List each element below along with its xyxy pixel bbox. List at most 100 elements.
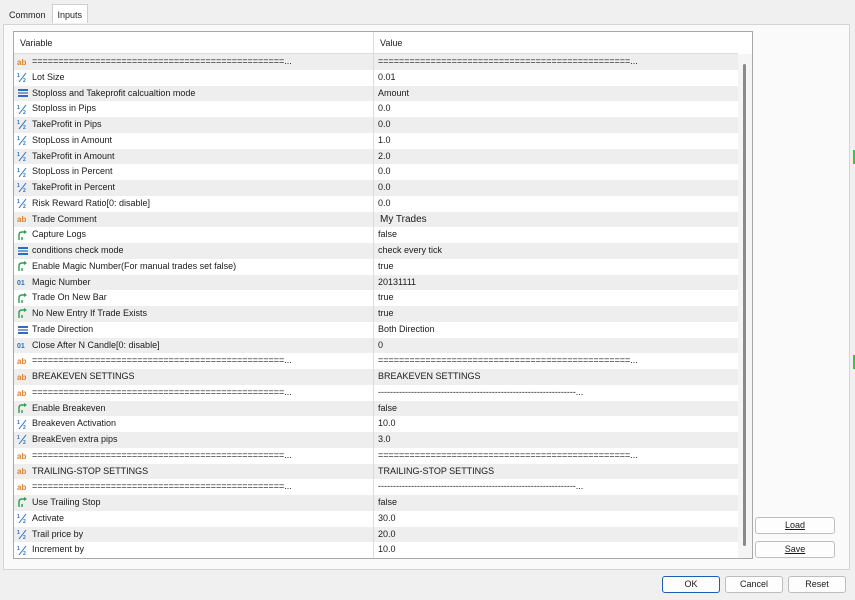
variable-cell[interactable]: 12Risk Reward Ratio[0: disable] [14, 196, 374, 212]
variable-cell[interactable]: 12TakeProfit in Pips [14, 117, 374, 133]
table-row[interactable]: 01Magic Number20131111 [14, 275, 738, 291]
table-row[interactable]: 12Trail price by20.0 [14, 527, 738, 543]
value-cell[interactable]: 2.0 [374, 149, 738, 165]
value-cell[interactable]: Amount [374, 86, 738, 102]
variable-cell[interactable]: 12TakeProfit in Amount [14, 149, 374, 165]
tab-common[interactable]: Common [3, 6, 52, 23]
variable-cell[interactable]: ab======================================… [14, 385, 374, 401]
value-cell[interactable]: 20131111 [374, 275, 738, 291]
value-cell[interactable]: ========================================… [374, 54, 738, 70]
variable-cell[interactable]: 12Lot Size [14, 70, 374, 86]
table-row[interactable]: 12Increment by10.0 [14, 542, 738, 558]
value-cell[interactable]: true [374, 306, 738, 322]
variable-cell[interactable]: Trade On New Bar [14, 290, 374, 306]
variable-cell[interactable]: ab======================================… [14, 479, 374, 495]
variable-cell[interactable]: Stoploss and Takeprofit calcualtion mode [14, 86, 374, 102]
variable-cell[interactable]: Trade Direction [14, 322, 374, 338]
variable-cell[interactable]: Use Trailing Stop [14, 495, 374, 511]
value-cell[interactable]: ========================================… [374, 448, 738, 464]
cancel-button[interactable]: Cancel [725, 576, 783, 593]
variable-cell[interactable]: conditions check mode [14, 243, 374, 259]
value-cell[interactable]: ----------------------------------------… [374, 385, 738, 401]
value-cell[interactable]: 0.0 [374, 180, 738, 196]
variable-cell[interactable]: Enable Breakeven [14, 401, 374, 417]
variable-cell[interactable]: ab======================================… [14, 54, 374, 70]
column-header-variable[interactable]: Variable [14, 32, 374, 54]
table-row[interactable]: ab======================================… [14, 353, 738, 369]
table-row[interactable]: 12Activate30.0 [14, 511, 738, 527]
table-row[interactable]: ab======================================… [14, 448, 738, 464]
reset-button[interactable]: Reset [788, 576, 846, 593]
value-cell[interactable]: ----------------------------------------… [374, 479, 738, 495]
variable-cell[interactable]: 12Breakeven Activation [14, 416, 374, 432]
save-button[interactable]: Save [755, 541, 835, 558]
table-row[interactable]: 01Close After N Candle[0: disable]0 [14, 338, 738, 354]
table-row[interactable]: 12Stoploss in Pips0.0 [14, 101, 738, 117]
value-cell[interactable]: 0.0 [374, 164, 738, 180]
tab-inputs[interactable]: Inputs [52, 4, 89, 23]
value-cell[interactable]: false [374, 227, 738, 243]
value-cell[interactable]: 30.0 [374, 511, 738, 527]
column-header-value[interactable]: Value [374, 32, 738, 54]
variable-cell[interactable]: 01Magic Number [14, 275, 374, 291]
table-row[interactable]: Trade DirectionBoth Direction [14, 322, 738, 338]
value-cell[interactable]: 10.0 [374, 416, 738, 432]
table-row[interactable]: Trade On New Bartrue [14, 290, 738, 306]
variable-cell[interactable]: abBREAKEVEN SETTINGS [14, 369, 374, 385]
variable-cell[interactable]: ab======================================… [14, 448, 374, 464]
variable-cell[interactable]: 12Activate [14, 511, 374, 527]
ok-button[interactable]: OK [662, 576, 720, 593]
variable-cell[interactable]: 12StopLoss in Percent [14, 164, 374, 180]
table-row[interactable]: ab======================================… [14, 54, 738, 70]
table-row[interactable]: ab======================================… [14, 385, 738, 401]
vertical-scrollbar[interactable] [738, 54, 752, 558]
load-button[interactable]: Load [755, 517, 835, 534]
table-row[interactable]: abTRAILING-STOP SETTINGSTRAILING-STOP SE… [14, 464, 738, 480]
table-row[interactable]: Use Trailing Stopfalse [14, 495, 738, 511]
table-row[interactable]: 12TakeProfit in Pips0.0 [14, 117, 738, 133]
variable-cell[interactable]: 12Trail price by [14, 527, 374, 543]
table-row[interactable]: 12Lot Size0.01 [14, 70, 738, 86]
variable-cell[interactable]: 01Close After N Candle[0: disable] [14, 338, 374, 354]
table-row[interactable]: 12Risk Reward Ratio[0: disable]0.0 [14, 196, 738, 212]
variable-cell[interactable]: 12TakeProfit in Percent [14, 180, 374, 196]
value-cell[interactable]: TRAILING-STOP SETTINGS [374, 464, 738, 480]
value-cell[interactable]: false [374, 495, 738, 511]
table-row[interactable]: ab======================================… [14, 479, 738, 495]
value-cell[interactable]: 0.0 [374, 101, 738, 117]
value-cell[interactable]: 0.0 [374, 196, 738, 212]
value-cell[interactable]: 0.0 [374, 117, 738, 133]
table-row[interactable]: 12TakeProfit in Percent0.0 [14, 180, 738, 196]
value-cell[interactable]: Both Direction [374, 322, 738, 338]
table-row[interactable]: Enable Breakevenfalse [14, 401, 738, 417]
scrollbar-thumb[interactable] [743, 64, 746, 546]
variable-cell[interactable]: 12BreakEven extra pips [14, 432, 374, 448]
variable-cell[interactable]: 12Increment by [14, 542, 374, 558]
value-cell[interactable]: BREAKEVEN SETTINGS [374, 369, 738, 385]
value-cell[interactable]: 1.0 [374, 133, 738, 149]
table-row[interactable]: conditions check modecheck every tick [14, 243, 738, 259]
variable-cell[interactable]: Capture Logs [14, 227, 374, 243]
table-row[interactable]: No New Entry If Trade Existstrue [14, 306, 738, 322]
table-row[interactable]: Stoploss and Takeprofit calcualtion mode… [14, 86, 738, 102]
variable-cell[interactable]: 12StopLoss in Amount [14, 133, 374, 149]
table-row[interactable]: Enable Magic Number(For manual trades se… [14, 259, 738, 275]
variable-cell[interactable]: No New Entry If Trade Exists [14, 306, 374, 322]
table-row[interactable]: 12Breakeven Activation10.0 [14, 416, 738, 432]
table-row[interactable]: abTrade CommentMy Trades [14, 212, 738, 228]
value-cell[interactable]: My Trades [374, 212, 738, 228]
value-cell[interactable]: false [374, 401, 738, 417]
table-row[interactable]: 12StopLoss in Percent0.0 [14, 164, 738, 180]
value-cell[interactable]: 0.01 [374, 70, 738, 86]
table-row[interactable]: 12StopLoss in Amount1.0 [14, 133, 738, 149]
variable-cell[interactable]: Enable Magic Number(For manual trades se… [14, 259, 374, 275]
value-cell[interactable]: check every tick [374, 243, 738, 259]
table-row[interactable]: 12TakeProfit in Amount2.0 [14, 149, 738, 165]
table-row[interactable]: Capture Logsfalse [14, 227, 738, 243]
table-row[interactable]: abBREAKEVEN SETTINGSBREAKEVEN SETTINGS [14, 369, 738, 385]
variable-cell[interactable]: ab======================================… [14, 353, 374, 369]
value-cell[interactable]: 0 [374, 338, 738, 354]
value-cell[interactable]: true [374, 259, 738, 275]
table-row[interactable]: 12BreakEven extra pips3.0 [14, 432, 738, 448]
variable-cell[interactable]: abTrade Comment [14, 212, 374, 228]
